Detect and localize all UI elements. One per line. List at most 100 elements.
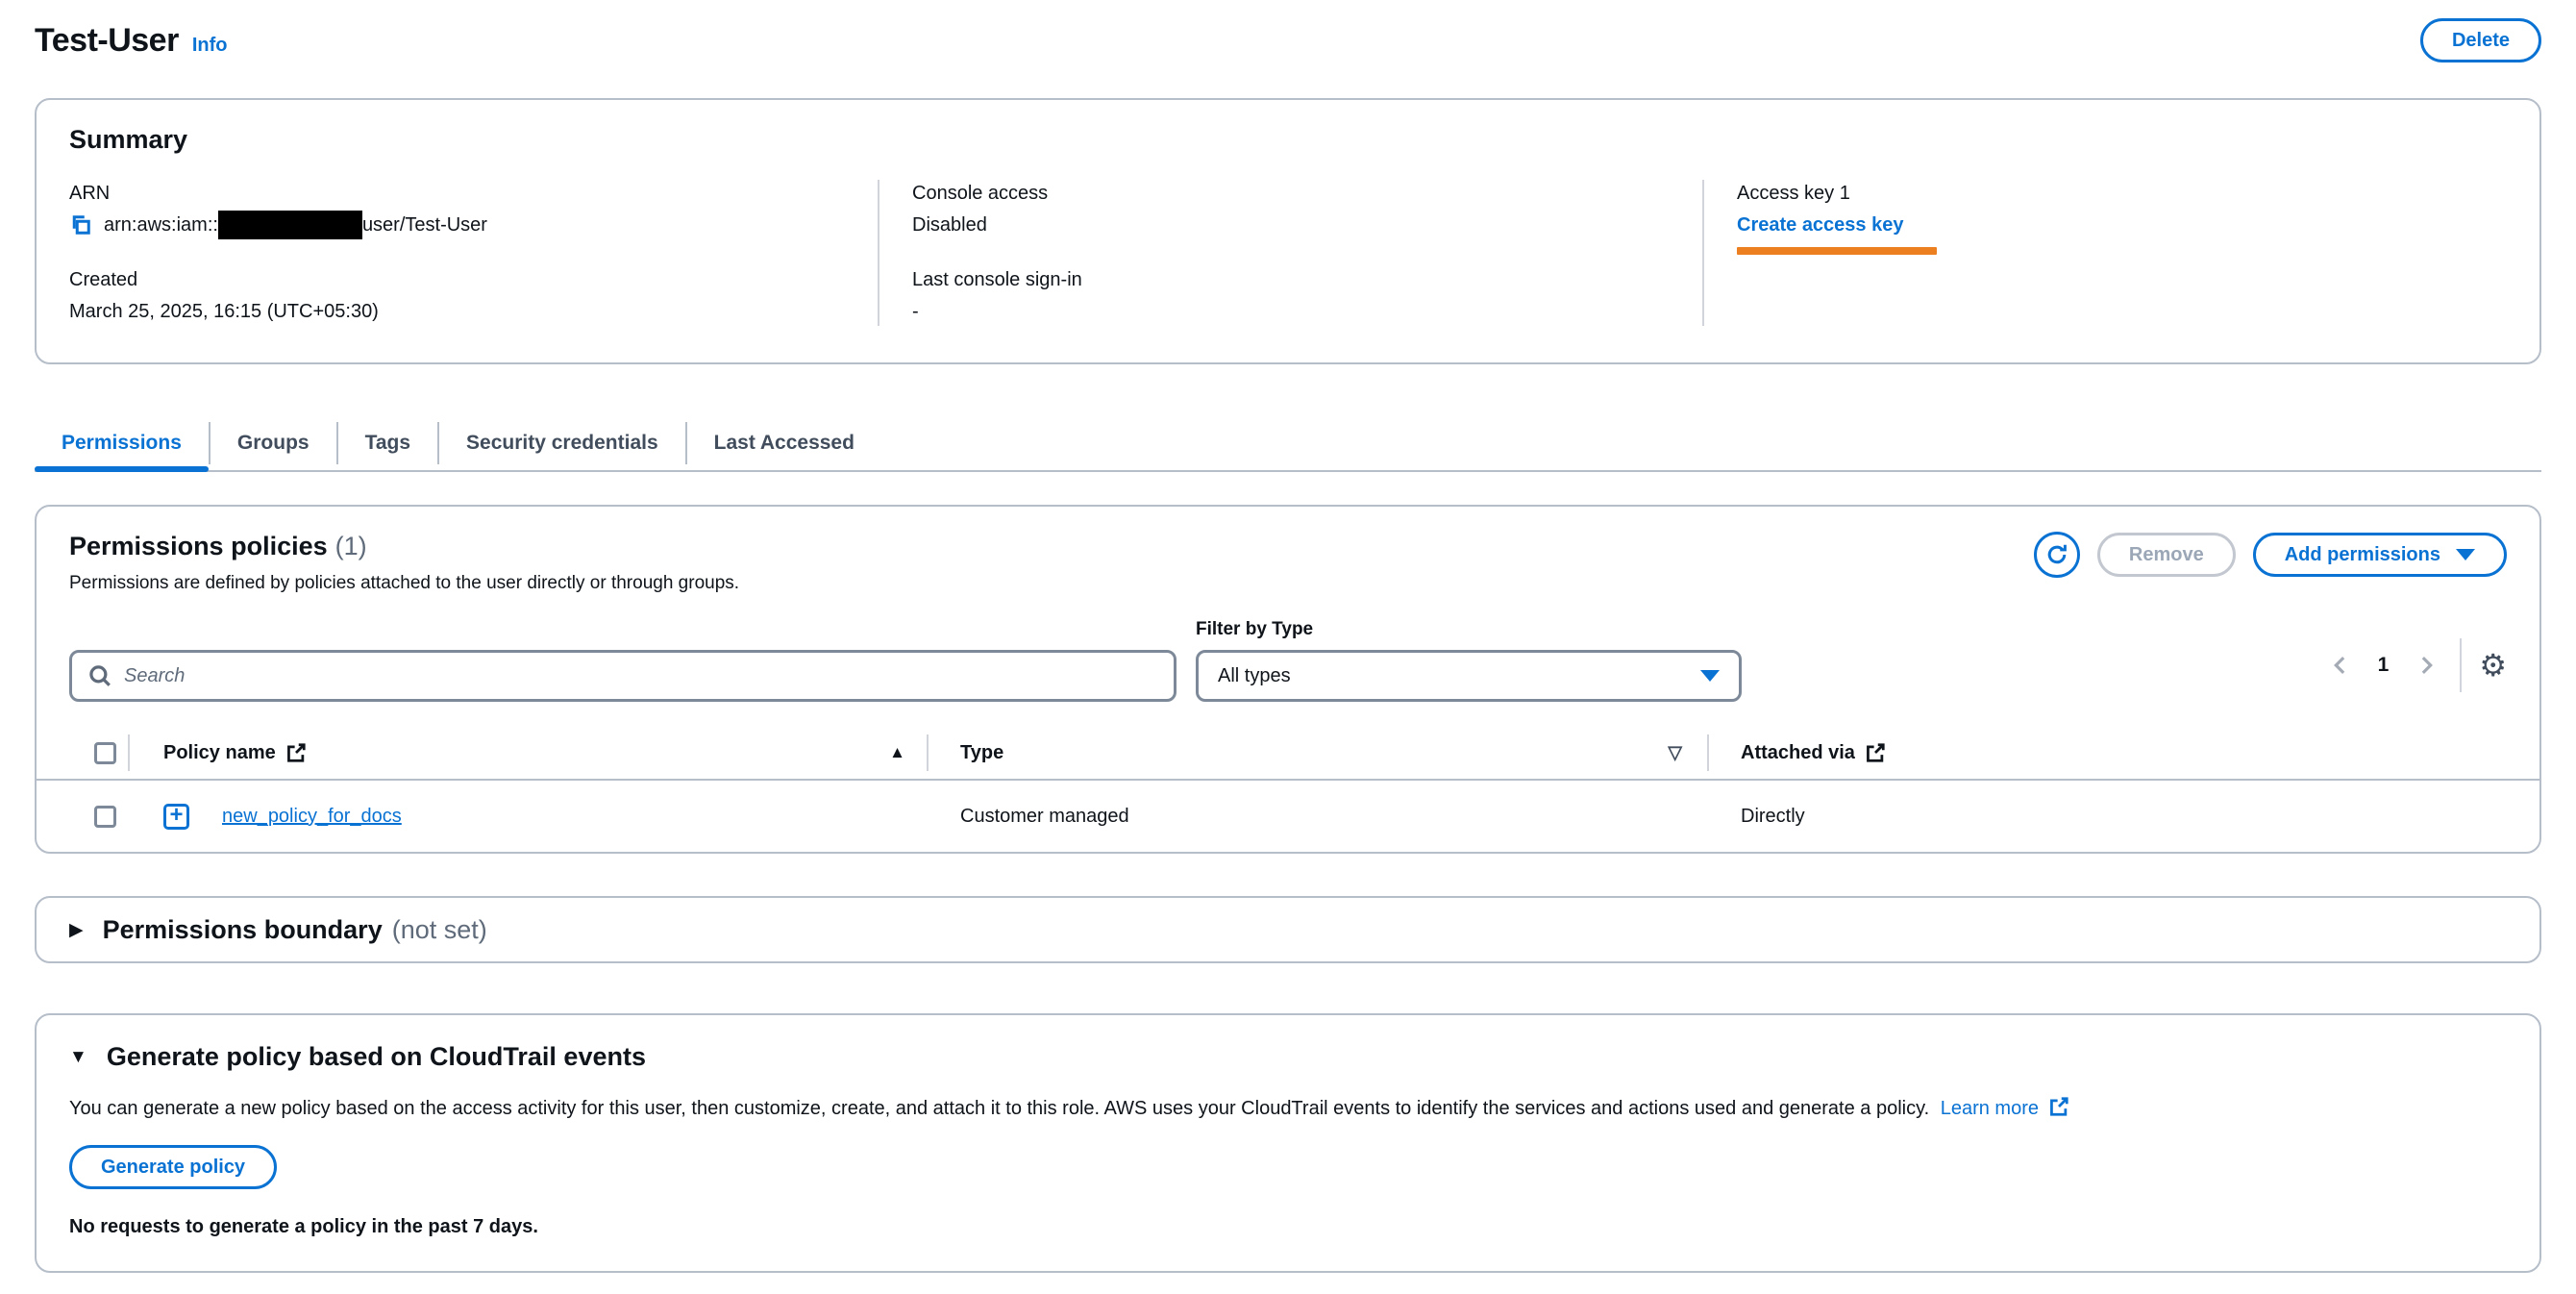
pagination-divider — [2460, 638, 2462, 692]
tab-security-credentials[interactable]: Security credentials — [437, 422, 685, 464]
policies-header-text: Permissions policies(1) Permissions are … — [69, 532, 739, 594]
arn-field: ARN arn:aws:iam::user/Test-User — [69, 180, 860, 239]
tab-groups[interactable]: Groups — [209, 422, 336, 464]
expand-plus-icon[interactable] — [163, 804, 189, 830]
arn-redaction-box — [218, 211, 362, 239]
current-page-number[interactable]: 1 — [2378, 654, 2390, 677]
tab-tags[interactable]: Tags — [336, 422, 437, 464]
tab-last-accessed[interactable]: Last Accessed — [685, 422, 881, 464]
generate-policy-heading: Generate policy based on CloudTrail even… — [107, 1042, 646, 1072]
access-key-field: Access key 1 Create access key — [1737, 180, 2522, 255]
generate-policy-card: ▼ Generate policy based on CloudTrail ev… — [35, 1013, 2541, 1273]
external-link-icon — [285, 742, 307, 763]
policies-description: Permissions are defined by policies atta… — [69, 573, 739, 594]
search-input[interactable] — [124, 665, 1158, 687]
last-signin-value: - — [912, 297, 1685, 326]
permissions-policies-card: Permissions policies(1) Permissions are … — [35, 505, 2541, 854]
add-permissions-label: Add permissions — [2285, 544, 2440, 566]
type-filter-value: All types — [1218, 665, 1291, 687]
arn-label: ARN — [69, 180, 860, 207]
external-link-icon — [2048, 1096, 2069, 1117]
filter-by-type-label: Filter by Type — [1196, 619, 1742, 640]
chevron-left-icon — [2330, 655, 2351, 676]
page-title: Test-User — [35, 22, 179, 60]
filter-group: Filter by Type All types — [1196, 619, 1742, 702]
chevron-right-icon — [2415, 655, 2437, 676]
next-page-button[interactable] — [2410, 649, 2442, 682]
type-filter-select[interactable]: All types — [1196, 650, 1742, 702]
summary-grid: ARN arn:aws:iam::user/Test-User Created — [37, 180, 2539, 326]
pagination-zone: 1 ⚙ — [2324, 638, 2507, 692]
caret-down-icon — [2456, 549, 2475, 560]
type-header: Type — [960, 742, 1003, 764]
arn-text-suffix: user/Test-User — [362, 211, 487, 239]
policies-header: Permissions policies(1) Permissions are … — [37, 532, 2539, 594]
console-access-value: Disabled — [912, 211, 1685, 239]
row-policy-name-cell: new_policy_for_docs — [130, 804, 927, 830]
learn-more-label: Learn more — [1941, 1098, 2039, 1119]
row-checkbox[interactable] — [94, 806, 116, 828]
learn-more-link[interactable]: Learn more — [1941, 1098, 2069, 1119]
permissions-boundary-heading: Permissions boundary — [103, 915, 383, 945]
console-access-field: Console access Disabled — [912, 180, 1685, 239]
generate-policy-header[interactable]: ▼ Generate policy based on CloudTrail ev… — [69, 1042, 2507, 1072]
copy-icon[interactable] — [69, 213, 92, 236]
refresh-button[interactable] — [2034, 532, 2080, 578]
remove-button[interactable]: Remove — [2097, 533, 2236, 577]
gear-icon[interactable]: ⚙ — [2479, 650, 2507, 681]
row-checkbox-cell — [69, 806, 128, 828]
header-type-cell[interactable]: Type ▽ — [929, 742, 1707, 764]
summary-card: Summary ARN arn:aws:iam::user/Test-User — [35, 98, 2541, 364]
summary-column-console: Console access Disabled Last console sig… — [878, 180, 1702, 326]
generate-policy-button[interactable]: Generate policy — [69, 1145, 277, 1189]
tab-permissions[interactable]: Permissions — [35, 422, 209, 464]
permissions-boundary-status: (not set) — [392, 915, 487, 945]
attached-via-header: Attached via — [1741, 742, 1855, 764]
search-box[interactable] — [69, 650, 1177, 702]
info-link[interactable]: Info — [192, 35, 228, 57]
summary-column-access-key: Access key 1 Create access key — [1702, 180, 2539, 326]
filter-row: Filter by Type All types 1 — [37, 619, 2539, 702]
header-policy-name-cell[interactable]: Policy name ▲ — [130, 742, 927, 764]
policy-name-link[interactable]: new_policy_for_docs — [222, 806, 402, 828]
table-header: Policy name ▲ Type ▽ — [37, 727, 2539, 781]
last-signin-label: Last console sign-in — [912, 266, 1685, 293]
header-attached-via-cell[interactable]: Attached via — [1709, 742, 2507, 764]
iam-user-detail-page: Test-User Info Delete Summary ARN — [0, 17, 2576, 1273]
previous-page-button[interactable] — [2324, 649, 2357, 682]
add-permissions-button[interactable]: Add permissions — [2253, 533, 2507, 577]
tab-strip-inner: Permissions Groups Tags Security credent… — [35, 422, 881, 464]
refresh-icon — [2045, 543, 2068, 566]
header-checkbox-cell — [69, 742, 128, 764]
console-access-label: Console access — [912, 180, 1685, 207]
permissions-boundary-card[interactable]: ▶ Permissions boundary (not set) — [35, 896, 2541, 963]
sort-ascending-icon[interactable]: ▲ — [889, 743, 905, 762]
title-wrap: Test-User Info — [35, 22, 227, 60]
generate-policy-description-text: You can generate a new policy based on t… — [69, 1098, 1929, 1119]
external-link-icon — [1865, 742, 1886, 763]
generate-policy-status: No requests to generate a policy in the … — [69, 1216, 2507, 1238]
access-key-label: Access key 1 — [1737, 180, 2522, 207]
summary-heading: Summary — [37, 125, 2539, 155]
created-field: Created March 25, 2025, 16:15 (UTC+05:30… — [69, 266, 860, 326]
created-value: March 25, 2025, 16:15 (UTC+05:30) — [69, 297, 860, 326]
last-signin-field: Last console sign-in - — [912, 266, 1685, 326]
select-all-checkbox[interactable] — [94, 742, 116, 764]
triangle-down-icon[interactable]: ▼ — [69, 1047, 87, 1068]
arn-value: arn:aws:iam::user/Test-User — [69, 211, 860, 239]
created-label: Created — [69, 266, 860, 293]
triangle-right-icon[interactable]: ▶ — [69, 919, 84, 941]
row-type-cell: Customer managed — [929, 806, 1707, 828]
generate-policy-description: You can generate a new policy based on t… — [69, 1095, 2507, 1122]
policies-count: (1) — [335, 532, 367, 560]
page-header: Test-User Info Delete — [35, 17, 2541, 63]
generate-policy-button-row: Generate policy — [69, 1145, 2507, 1189]
tab-strip: Permissions Groups Tags Security credent… — [35, 422, 2541, 472]
arn-text-prefix: arn:aws:iam:: — [104, 211, 218, 239]
filter-triangle-icon[interactable]: ▽ — [1668, 742, 1682, 764]
delete-button[interactable]: Delete — [2420, 18, 2541, 62]
create-access-key-link[interactable]: Create access key — [1737, 211, 1903, 239]
policy-name-header: Policy name — [163, 742, 276, 764]
row-attached-via-cell: Directly — [1709, 806, 2507, 828]
policies-actions: Remove Add permissions — [2034, 532, 2507, 578]
